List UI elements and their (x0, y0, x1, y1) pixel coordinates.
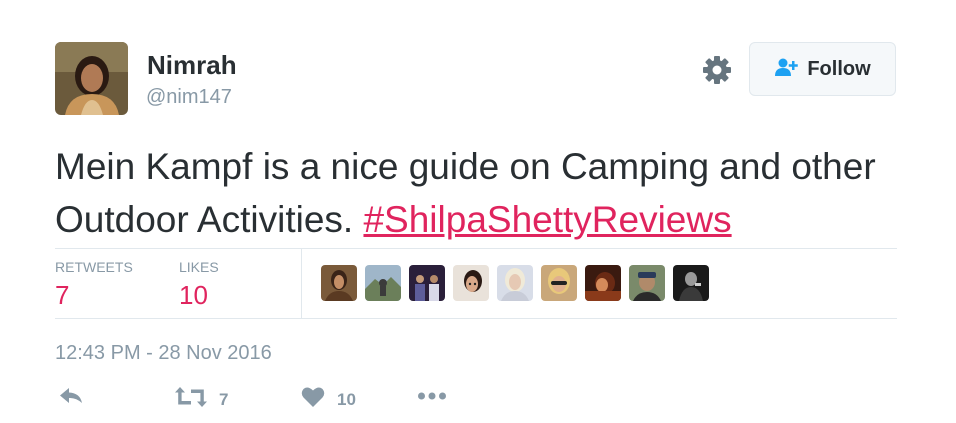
liker-avatar[interactable] (541, 265, 577, 301)
reply-icon (59, 386, 83, 411)
user-handle[interactable]: @nim147 (146, 86, 232, 109)
tweet-text: Mein Kampf is a nice guide on Camping an… (55, 140, 915, 246)
reply-button[interactable] (59, 386, 83, 411)
liker-avatar[interactable] (629, 265, 665, 301)
retweets-label[interactable]: RETWEETS (55, 259, 133, 275)
avatar[interactable] (55, 42, 128, 115)
liker-avatar[interactable] (585, 265, 621, 301)
liker-avatar[interactable] (497, 265, 533, 301)
retweet-count: 7 (219, 389, 229, 409)
divider (55, 248, 897, 249)
tweet-timestamp[interactable]: 12:43 PM - 28 Nov 2016 (55, 342, 272, 365)
gear-icon[interactable] (701, 54, 733, 86)
retweets-count[interactable]: 7 (55, 280, 69, 311)
liker-avatar[interactable] (321, 265, 357, 301)
more-icon (417, 386, 447, 411)
like-button[interactable]: 10 (301, 386, 356, 413)
add-user-icon (774, 57, 799, 82)
likes-count[interactable]: 10 (179, 280, 208, 311)
more-button[interactable] (417, 386, 447, 411)
likes-label[interactable]: LIKES (179, 259, 219, 275)
user-name[interactable]: Nimrah (147, 50, 237, 81)
retweet-icon (175, 386, 207, 413)
stats-divider (301, 249, 302, 318)
likers-list (321, 265, 709, 301)
retweet-button[interactable]: 7 (175, 386, 228, 413)
heart-icon (301, 386, 325, 413)
liker-avatar[interactable] (673, 265, 709, 301)
follow-button-label: Follow (807, 57, 871, 80)
liker-avatar[interactable] (365, 265, 401, 301)
liker-avatar[interactable] (409, 265, 445, 301)
like-count: 10 (337, 389, 356, 409)
divider (55, 318, 897, 319)
follow-button[interactable]: Follow (749, 42, 896, 96)
hashtag-link[interactable]: #ShilpaShettyReviews (363, 199, 731, 240)
liker-avatar[interactable] (453, 265, 489, 301)
